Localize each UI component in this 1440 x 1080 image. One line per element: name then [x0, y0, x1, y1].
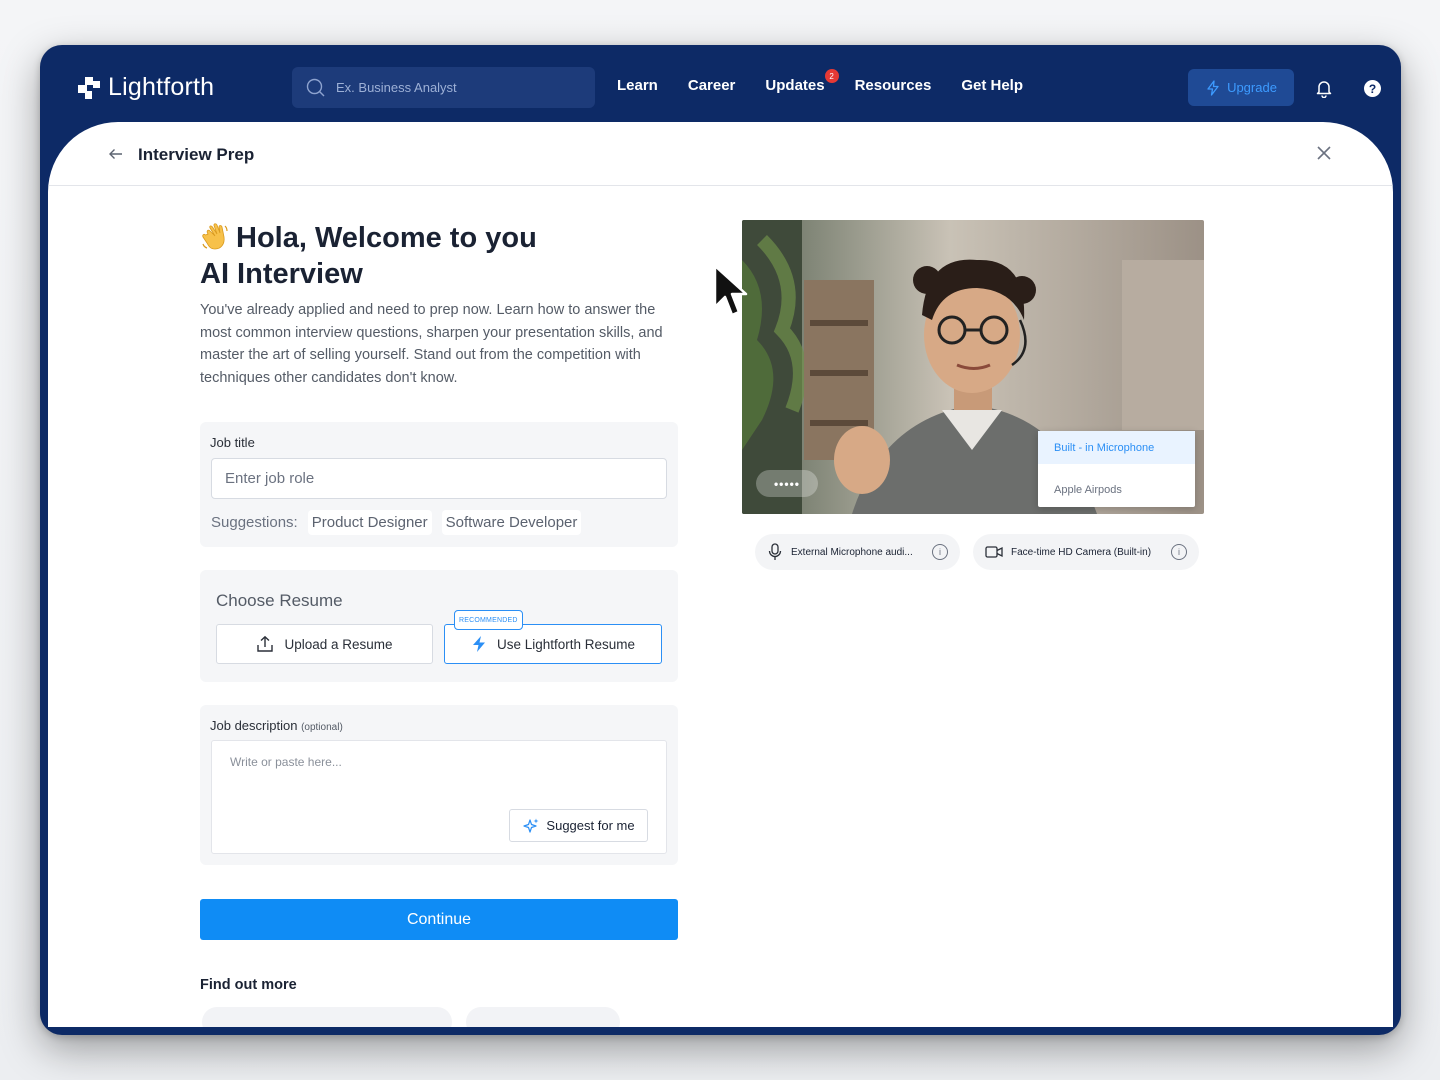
upload-resume-label: Upload a Resume [284, 636, 393, 652]
logo[interactable]: Lightforth [76, 73, 214, 102]
top-navigation: Lightforth Learn Career Updates 2 Resour… [40, 45, 1401, 123]
nav-updates-label: Updates [765, 77, 825, 94]
logo-text: Lightforth [108, 73, 215, 101]
find-more-link-1[interactable] [202, 1007, 452, 1027]
nav-resources[interactable]: Resources [855, 77, 932, 94]
page-title: Interview Prep [138, 145, 255, 164]
upgrade-button[interactable]: Upgrade [1188, 69, 1294, 106]
mouse-cursor-icon [713, 264, 748, 317]
upgrade-label: Upgrade [1227, 80, 1277, 95]
search-input[interactable] [336, 80, 566, 95]
microphone-selector-label: External Microphone audi... [791, 546, 913, 558]
suggestions-row: Suggestions: Product Designer Software D… [211, 510, 582, 535]
updates-badge: 2 [824, 69, 839, 83]
waving-hand-icon [202, 223, 228, 250]
suggest-for-me-button[interactable]: Suggest for me [509, 809, 648, 842]
intro-description: You've already applied and need to prep … [200, 302, 663, 386]
microphone-icon [768, 543, 782, 560]
search-icon [306, 78, 325, 96]
audio-level-indicator: ••••• [756, 470, 818, 497]
suggestion-chip-product-designer[interactable]: Product Designer [307, 510, 432, 535]
job-role-input[interactable] [211, 458, 667, 499]
find-out-more-title: Find out more [200, 977, 297, 993]
job-description-label: Job description (optional) [210, 718, 343, 733]
recommended-badge: RECOMMENDED [454, 610, 523, 630]
bell-icon[interactable] [1314, 78, 1334, 98]
nav-links: Learn Career Updates 2 Resources Get Hel… [617, 69, 1023, 94]
find-more-link-2[interactable] [466, 1007, 620, 1027]
job-title-card: Job title Suggestions: Product Designer … [200, 422, 678, 547]
suggest-for-me-label: Suggest for me [546, 818, 635, 833]
camera-selector-label: Face-time HD Camera (Built-in) [1011, 546, 1152, 558]
help-icon[interactable]: ? [1364, 80, 1381, 97]
mic-info-icon[interactable]: i [932, 544, 948, 560]
hero-title-line1: Hola, Welcome to you [236, 222, 537, 254]
continue-button[interactable]: Continue [200, 899, 678, 940]
optional-tag: (optional) [301, 722, 343, 733]
close-icon[interactable] [1315, 144, 1333, 162]
app-window: Lightforth Learn Career Updates 2 Resour… [40, 45, 1401, 1035]
nav-career[interactable]: Career [688, 77, 736, 94]
mic-option-airpods[interactable]: Apple Airpods [1038, 473, 1195, 506]
upload-resume-button[interactable]: Upload a Resume [216, 624, 433, 664]
mic-option-built-in[interactable]: Built - in Microphone [1038, 431, 1195, 464]
back-arrow-icon[interactable] [108, 146, 124, 162]
microphone-selector[interactable]: External Microphone audi... i [755, 534, 960, 570]
choose-resume-card: Choose Resume Upload a Resume Use Lightf… [200, 570, 678, 682]
hero-title-line2: AI Interview [200, 258, 363, 290]
panel-header: Interview Prep [48, 122, 1393, 186]
microphone-dropdown: Built - in Microphone Apple Airpods [1038, 431, 1195, 507]
camera-selector[interactable]: Face-time HD Camera (Built-in) i [973, 534, 1199, 570]
hero-title: Hola, Welcome to you AI Interview [200, 220, 620, 292]
camera-icon [985, 546, 1003, 558]
nav-get-help[interactable]: Get Help [961, 77, 1023, 94]
sparkle-icon [523, 818, 539, 833]
use-lightforth-resume-button[interactable]: Use Lightforth Resume [444, 624, 662, 664]
choose-resume-title: Choose Resume [216, 591, 343, 610]
search-bar[interactable] [292, 67, 595, 108]
use-lightforth-resume-label: Use Lightforth Resume [496, 636, 636, 652]
camera-info-icon[interactable]: i [1171, 544, 1187, 560]
lightning-icon [1207, 79, 1219, 96]
lightning-bolt-icon [472, 636, 485, 652]
suggestion-chip-software-developer[interactable]: Software Developer [441, 510, 582, 535]
camera-preview: ••••• Built - in Microphone Apple Airpod… [742, 220, 1204, 514]
upload-icon [257, 635, 274, 652]
nav-updates[interactable]: Updates 2 [765, 69, 839, 94]
job-description-card: Job description (optional) Suggest for m… [200, 705, 678, 865]
job-description-label-text: Job description [210, 718, 298, 733]
interview-prep-panel: Interview Prep Hola, Welcome to you AI I… [48, 122, 1393, 1027]
lightforth-logo-icon [78, 76, 100, 99]
nav-learn[interactable]: Learn [617, 77, 658, 94]
suggestions-label: Suggestions: [211, 514, 298, 531]
job-title-label: Job title [210, 435, 255, 450]
